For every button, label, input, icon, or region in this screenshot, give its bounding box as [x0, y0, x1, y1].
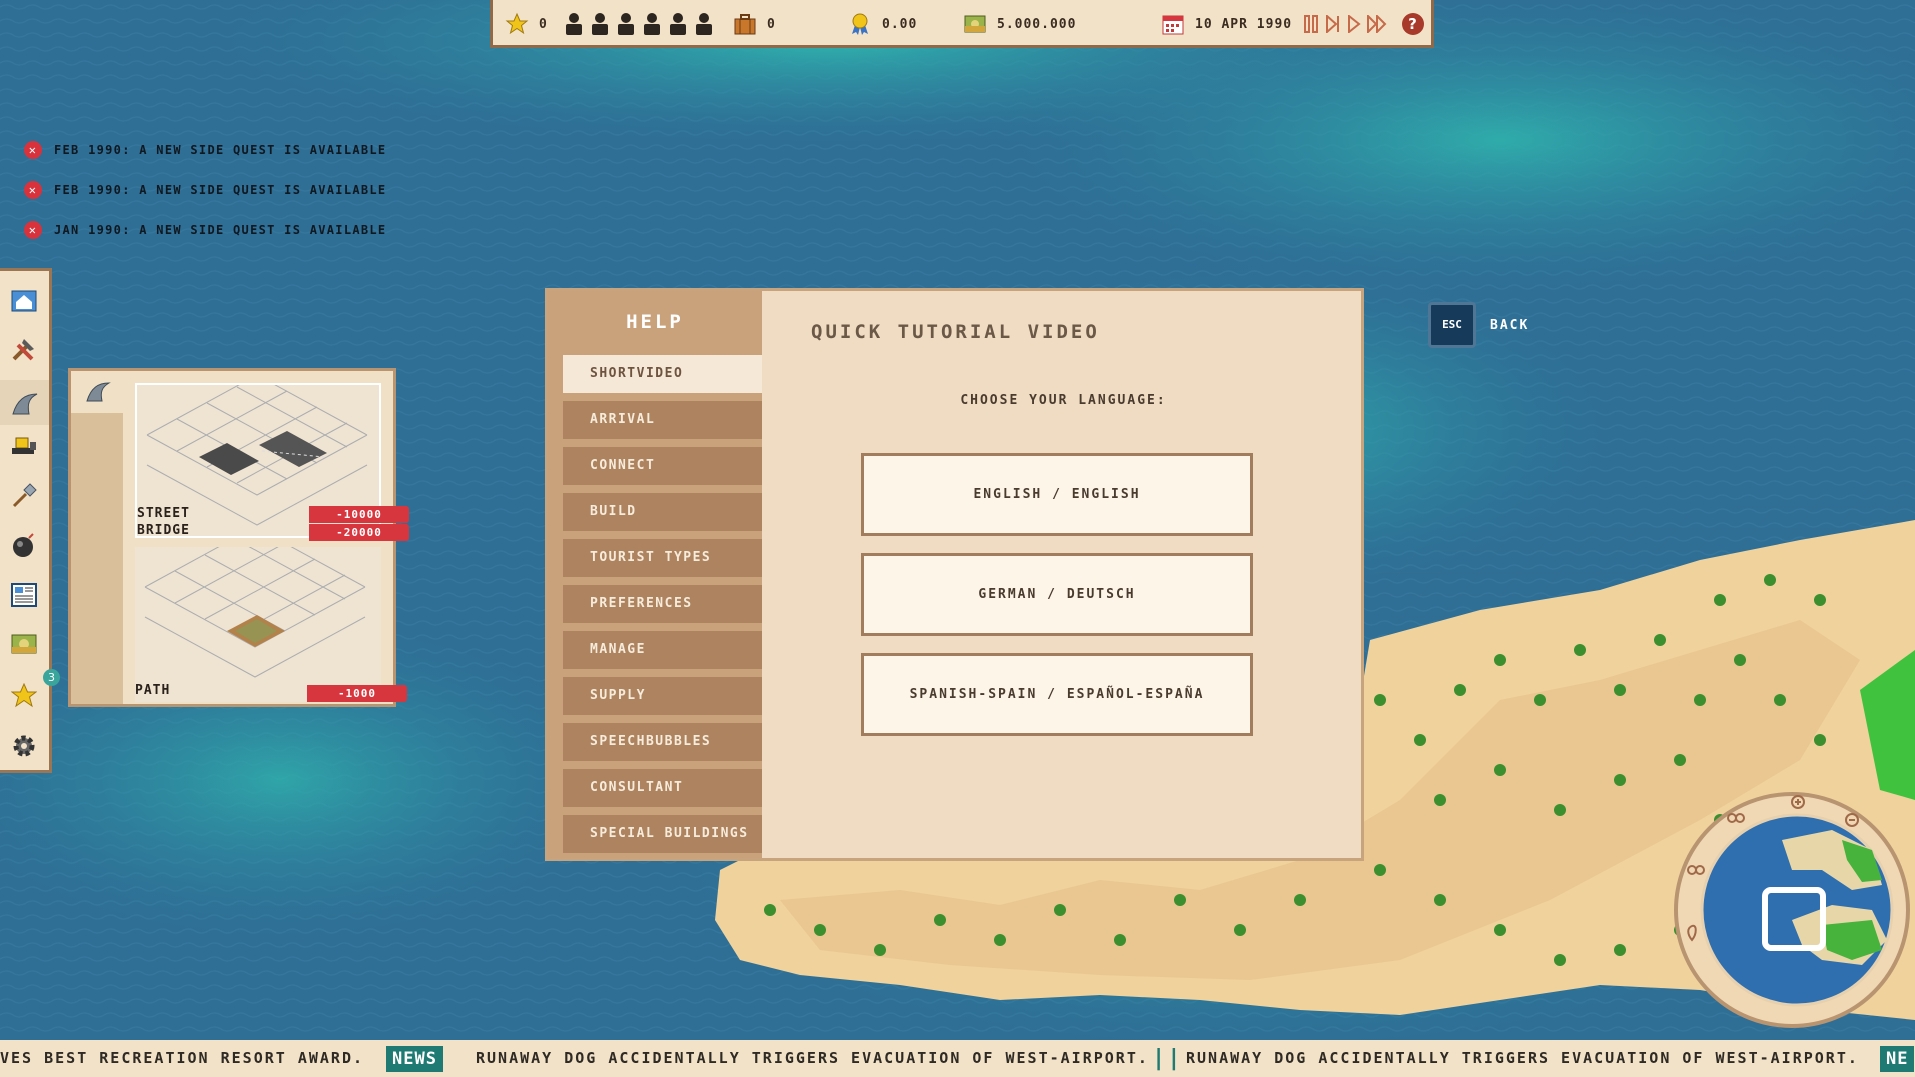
bridge-label: BRIDGE	[137, 523, 190, 538]
help-nav-tourist-types[interactable]: TOURIST TYPES	[563, 539, 762, 577]
house-icon	[11, 290, 37, 312]
bomb-icon	[13, 533, 34, 557]
close-icon[interactable]: ✕	[24, 141, 42, 159]
toolbar-quests-button[interactable]: 3	[9, 669, 60, 711]
suitcase-stat[interactable]: 0	[733, 12, 776, 36]
quests-badge: 3	[43, 669, 60, 686]
help-nav-shortvideo[interactable]: SHORTVIDEO	[563, 355, 762, 393]
help-nav-build[interactable]: BUILD	[563, 493, 762, 531]
toolbar-water-button[interactable]	[0, 380, 49, 425]
help-nav-speechbubbles[interactable]: SPEECHBUBBLES	[563, 723, 762, 761]
path-label: PATH	[135, 683, 171, 698]
help-icon[interactable]: ?	[1401, 12, 1425, 36]
panel-side-strip	[71, 413, 123, 704]
left-toolbar: 3	[0, 268, 60, 773]
language-spanish-button[interactable]: SPANISH-SPAIN / ESPAÑOL-ESPAÑA	[861, 653, 1253, 736]
bridge-price: -20000	[309, 524, 409, 541]
notification-item[interactable]: ✕ FEB 1990: A NEW SIDE QUEST IS AVAILABLE	[24, 130, 386, 170]
notification-item[interactable]: ✕ JAN 1990: A NEW SIDE QUEST IS AVAILABLE	[24, 210, 386, 250]
help-nav-arrival[interactable]: ARRIVAL	[563, 401, 762, 439]
help-title: HELP	[626, 311, 684, 333]
minimap[interactable]	[1672, 790, 1912, 1030]
rating-stat[interactable]: 0.00	[848, 12, 917, 36]
language-prompt: CHOOSE YOUR LANGUAGE:	[960, 393, 1167, 408]
notification-text: FEB 1990: A NEW SIDE QUEST IS AVAILABLE	[54, 183, 387, 197]
ticker-text: RUNAWAY DOG ACCIDENTALLY TRIGGERS EVACUA…	[476, 1049, 1149, 1067]
help-nav-manage[interactable]: MANAGE	[563, 631, 762, 669]
close-icon[interactable]: ✕	[24, 181, 42, 199]
news-ticker: VES BEST RECREATION RESORT AWARD. NEWS R…	[0, 1040, 1915, 1077]
notification-text: FEB 1990: A NEW SIDE QUEST IS AVAILABLE	[54, 143, 387, 157]
back-button[interactable]: ESC BACK	[1428, 302, 1529, 348]
date-stat[interactable]: 10 APR 1990	[1161, 12, 1292, 36]
help-nav-connect[interactable]: CONNECT	[563, 447, 762, 485]
help-nav-special-buildings[interactable]: SPECIAL BUILDINGS	[563, 815, 762, 853]
suitcase-icon	[734, 14, 756, 35]
star-icon	[505, 12, 529, 35]
build-item-street-bridge[interactable]: STREET BRIDGE -10000 -20000	[135, 383, 409, 541]
top-status-bar: 0 0 0.00 5.000.000 10 APR 1990 ?	[490, 0, 1434, 48]
street-label: STREET	[137, 506, 190, 521]
toolbar-home-button[interactable]	[9, 285, 39, 315]
toolbar-build-button[interactable]	[9, 334, 39, 364]
step-forward-icon[interactable]	[1325, 15, 1341, 33]
toolbar-demolish-button[interactable]	[9, 530, 39, 560]
gear-icon	[13, 735, 35, 757]
help-nav: HELP SHORTVIDEO ARRIVAL CONNECT BUILD TO…	[548, 291, 762, 858]
back-label: BACK	[1490, 317, 1530, 333]
language-german-button[interactable]: GERMAN / DEUTSCH	[861, 553, 1253, 636]
toolbar-news-button[interactable]	[9, 580, 39, 610]
visitors-stat[interactable]	[563, 12, 723, 36]
calendar-icon	[1162, 15, 1184, 35]
money-icon	[11, 634, 37, 654]
ticker-separator: ||	[1152, 1046, 1183, 1071]
money-value: 5.000.000	[997, 16, 1077, 32]
toolbar-dig-button[interactable]	[9, 481, 39, 511]
money-stat[interactable]: 5.000.000	[963, 12, 1076, 36]
newspaper-icon	[11, 583, 37, 607]
bulldozer-icon	[12, 437, 36, 454]
path-preview	[144, 547, 366, 678]
svg-text:?: ?	[1408, 15, 1418, 33]
notification-text: JAN 1990: A NEW SIDE QUEST IS AVAILABLE	[54, 223, 387, 237]
build-item-path[interactable]: PATH -1000	[135, 547, 407, 702]
date-value: 10 APR 1990	[1195, 16, 1293, 32]
stars-value: 0	[539, 16, 548, 32]
help-nav-supply[interactable]: SUPPLY	[563, 677, 762, 715]
help-nav-preferences[interactable]: PREFERENCES	[563, 585, 762, 623]
wave-icon	[11, 393, 37, 414]
ticker-text: VES BEST RECREATION RESORT AWARD.	[0, 1049, 365, 1067]
pause-icon[interactable]	[1303, 15, 1319, 33]
rating-value: 0.00	[882, 16, 918, 32]
suitcases-value: 0	[767, 16, 776, 32]
stars-stat[interactable]: 0	[505, 12, 548, 36]
money-icon	[964, 15, 986, 33]
esc-key[interactable]: ESC	[1428, 302, 1476, 348]
content-title: QUICK TUTORIAL VIDEO	[811, 321, 1100, 343]
language-english-button[interactable]: ENGLISH / ENGLISH	[861, 453, 1253, 536]
water-build-panel: STREET BRIDGE -10000 -20000 PATH -1000	[68, 368, 409, 707]
close-icon[interactable]: ✕	[24, 221, 42, 239]
toolbar-settings-button[interactable]	[9, 731, 39, 761]
ticker-text: RUNAWAY DOG ACCIDENTALLY TRIGGERS EVACUA…	[1186, 1049, 1859, 1067]
wave-icon	[86, 382, 111, 402]
medal-icon	[852, 13, 868, 35]
help-nav-consultant[interactable]: CONSULTANT	[563, 769, 762, 807]
people-icon	[566, 13, 712, 35]
path-price: -1000	[307, 685, 407, 702]
shovel-icon	[12, 483, 37, 508]
fast-forward-icon[interactable]	[1367, 15, 1387, 33]
speed-controls: ?	[1303, 12, 1425, 36]
notifications-list: ✕ FEB 1990: A NEW SIDE QUEST IS AVAILABLE…	[24, 130, 386, 250]
toolbar-finance-button[interactable]	[9, 629, 39, 659]
notification-item[interactable]: ✕ FEB 1990: A NEW SIDE QUEST IS AVAILABLE	[24, 170, 386, 210]
toolbar-vehicle-button[interactable]	[9, 431, 39, 461]
news-tag: NEWS	[386, 1046, 443, 1072]
star-icon	[11, 683, 37, 708]
play-icon[interactable]	[1347, 15, 1361, 33]
hammer-icon	[12, 339, 34, 361]
street-price: -10000	[309, 506, 409, 523]
help-dialog: HELP SHORTVIDEO ARRIVAL CONNECT BUILD TO…	[545, 288, 1364, 861]
news-tag: NE	[1880, 1046, 1915, 1072]
